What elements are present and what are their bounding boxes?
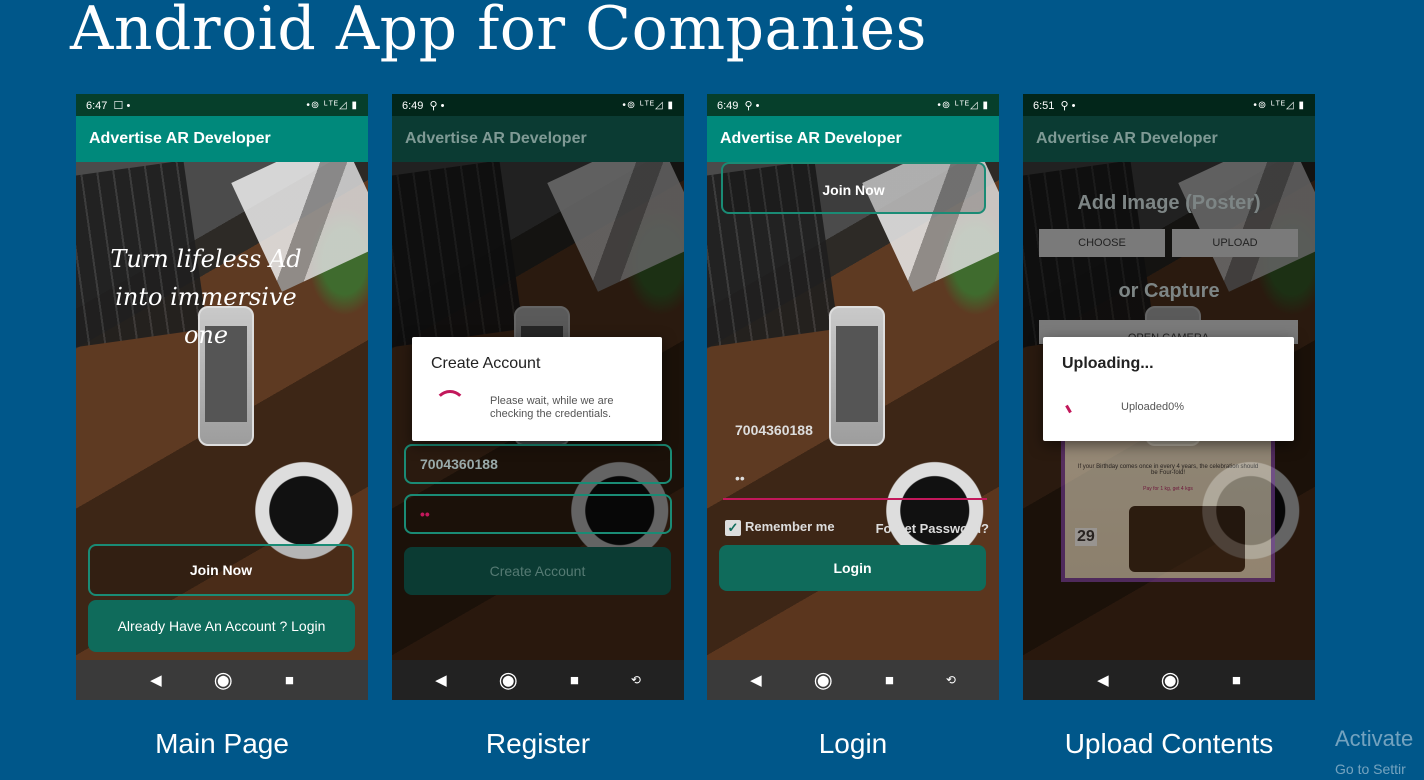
status-bar: 6:49 ⚲ • •⊚ ᴸᵀᴱ◿ ▮ [392,94,684,116]
app-title: Advertise AR Developer [720,130,902,147]
dialog-message: Uploaded0% [1121,401,1184,413]
status-bar: 6:49 ⚲ • •⊚ ᴸᵀᴱ◿ ▮ [707,94,999,116]
phone-main-page: 6:47 ☐ • •⊚ ᴸᵀᴱ◿ ▮ Advertise AR Develope… [76,94,368,700]
home-icon[interactable]: ◉ [1161,667,1180,693]
status-left-icons: ⚲ • [429,99,445,112]
phone-register: 6:49 ⚲ • •⊚ ᴸᵀᴱ◿ ▮ Advertise AR Develope… [392,94,684,700]
nav-bar: ◀ ◉ ■ ⟲ [707,660,999,700]
slide-title: Android App for Companies [70,0,927,64]
app-title: Advertise AR Developer [1036,130,1218,147]
choose-button[interactable]: CHOOSE [1039,229,1165,257]
caption-login: Login [818,728,888,759]
tagline: Turn lifeless Ad into immersive one [110,245,302,349]
poster-date: 29 [1075,528,1097,546]
check-icon: ✓ [725,519,741,536]
status-icons: •⊚ ᴸᵀᴱ◿ ▮ [937,99,989,111]
caption-main-page: Main Page [155,728,289,759]
home-icon[interactable]: ◉ [814,667,833,693]
create-account-button[interactable]: Create Account [404,547,671,595]
status-left-icons: ☐ • [113,99,131,112]
add-image-heading: Add Image (Poster) [1077,192,1261,214]
forget-password-link[interactable]: Forget Password? [876,521,989,536]
app-title: Advertise AR Developer [405,130,587,147]
status-time: 6:49 [402,99,424,112]
back-icon[interactable]: ◀ [1097,671,1109,689]
password-field[interactable]: •• [723,470,987,500]
uploading-dialog: Uploading... Uploaded0% [1043,337,1294,441]
back-icon[interactable]: ◀ [435,671,447,689]
app-bar: Advertise AR Developer [1023,116,1315,162]
status-bar: 6:51 ⚲ • •⊚ ᴸᵀᴱ◿ ▮ [1023,94,1315,116]
status-icons: •⊚ ᴸᵀᴱ◿ ▮ [622,99,674,111]
activation-watermark-subtitle: Go to Settir [1335,761,1406,777]
recents-icon[interactable]: ■ [885,672,894,689]
status-left-icons: ⚲ • [744,99,760,112]
password-field[interactable]: •• [404,494,672,534]
progress-dialog: Create Account Please wait, while we are… [412,337,662,441]
laptop-image [392,162,524,350]
join-now-button[interactable]: Join Now [721,162,986,214]
nav-bar: ◀ ◉ ■ [76,660,368,700]
recents-icon[interactable]: ■ [285,672,294,689]
phone-field[interactable]: 7004360188 [404,444,672,484]
upload-button[interactable]: UPLOAD [1172,229,1298,257]
phone-field[interactable]: 7004360188 [735,422,813,438]
rotate-icon[interactable]: ⟲ [631,673,641,687]
background-image: Turn lifeless Ad into immersive one Join… [76,162,368,660]
rotate-icon[interactable]: ⟲ [946,673,956,687]
remember-me-checkbox[interactable]: ✓ Remember me [725,519,835,536]
dialog-title: Uploading... [1062,355,1154,372]
caption-upload-contents: Upload Contents [1064,728,1274,759]
join-now-button[interactable]: Join Now [88,544,354,596]
or-capture-heading: or Capture [1118,280,1220,302]
activation-watermark-title: Activate [1335,726,1414,751]
status-bar: 6:47 ☐ • •⊚ ᴸᵀᴱ◿ ▮ [76,94,368,116]
login-link-button[interactable]: Already Have An Account ? Login [88,600,355,652]
recents-icon[interactable]: ■ [570,672,579,689]
phone-upload-contents: 6:51 ⚲ • •⊚ ᴸᵀᴱ◿ ▮ Advertise AR Develope… [1023,94,1315,700]
nav-bar: ◀ ◉ ■ ⟲ [392,660,684,700]
status-icons: •⊚ ᴸᵀᴱ◿ ▮ [306,99,358,111]
back-icon[interactable]: ◀ [750,671,762,689]
phone-login: 6:49 ⚲ • •⊚ ᴸᵀᴱ◿ ▮ Advertise AR Develope… [707,94,999,700]
status-left-icons: ⚲ • [1060,99,1076,112]
photo-image [1178,162,1315,292]
status-time: 6:49 [717,99,739,112]
status-time: 6:51 [1033,99,1055,112]
dialog-title: Create Account [431,355,541,372]
app-bar: Advertise AR Developer [76,116,368,162]
background-image: Join Now 7004360188 •• ✓ Remember me Forg… [707,162,999,660]
login-button[interactable]: Login [719,545,986,591]
spinner-icon [1065,404,1072,414]
app-title: Advertise AR Developer [89,130,271,147]
poster-text: If your Birthday comes once in every 4 y… [1077,464,1259,476]
back-icon[interactable]: ◀ [150,671,162,689]
iphone-image [829,306,885,446]
recents-icon[interactable]: ■ [1232,672,1241,689]
poster-tagline: Pay for 1 kg, get 4 kgs [1143,486,1193,492]
dialog-message: Please wait, while we are checking the c… [490,395,614,420]
status-icons: •⊚ ᴸᵀᴱ◿ ▮ [1253,99,1305,111]
app-bar: Advertise AR Developer [392,116,684,162]
nav-bar: ◀ ◉ ■ [1023,660,1315,700]
caption-register: Register [485,728,591,759]
status-time: 6:47 [86,99,108,112]
cake-image [1129,506,1245,572]
home-icon[interactable]: ◉ [214,667,233,693]
photo-image [547,162,684,292]
spinner-icon [434,390,466,422]
home-icon[interactable]: ◉ [499,667,518,693]
app-bar: Advertise AR Developer [707,116,999,162]
remember-me-label: Remember me [745,519,835,534]
